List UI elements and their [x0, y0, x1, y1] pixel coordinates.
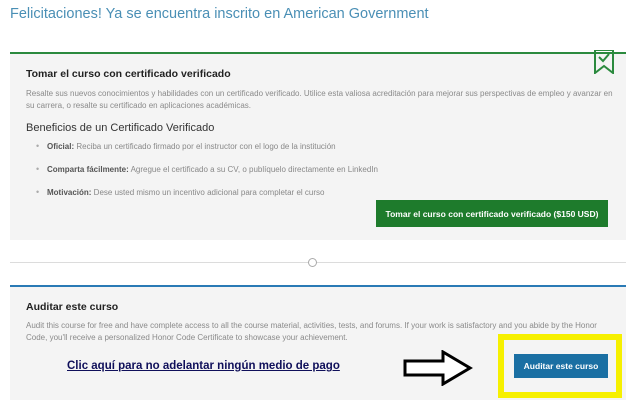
verified-card-title: Tomar el curso con certificado verificad…	[26, 68, 231, 80]
bookmark-check-icon	[594, 50, 614, 74]
benefit-item: Oficial: Reciba un certificado firmado p…	[36, 141, 378, 165]
divider-circle-icon	[308, 258, 317, 267]
verified-certificate-button[interactable]: Tomar el curso con certificado verificad…	[376, 200, 608, 227]
audit-course-card: Auditar este curso Audit this course for…	[10, 285, 626, 400]
benefit-item: Comparta fácilmente: Agregue el certific…	[36, 164, 378, 188]
audit-card-title: Auditar este curso	[26, 301, 119, 313]
section-divider	[10, 262, 626, 263]
benefits-list: Oficial: Reciba un certificado firmado p…	[36, 141, 378, 211]
verified-certificate-card: Tomar el curso con certificado verificad…	[10, 50, 626, 240]
verified-card-description: Resalte sus nuevos conocimientos y habil…	[26, 89, 613, 110]
benefits-heading: Beneficios de un Certificado Verificado	[26, 122, 215, 134]
arrow-right-icon	[403, 350, 473, 386]
page-title: Felicitaciones! Ya se encuentra inscrito…	[10, 6, 429, 22]
audit-course-button[interactable]: Auditar este curso	[514, 354, 608, 378]
benefit-item: Motivación: Dese usted mismo un incentiv…	[36, 187, 378, 211]
click-here-note: Clic aquí para no adelantar ningún medio…	[67, 360, 340, 372]
